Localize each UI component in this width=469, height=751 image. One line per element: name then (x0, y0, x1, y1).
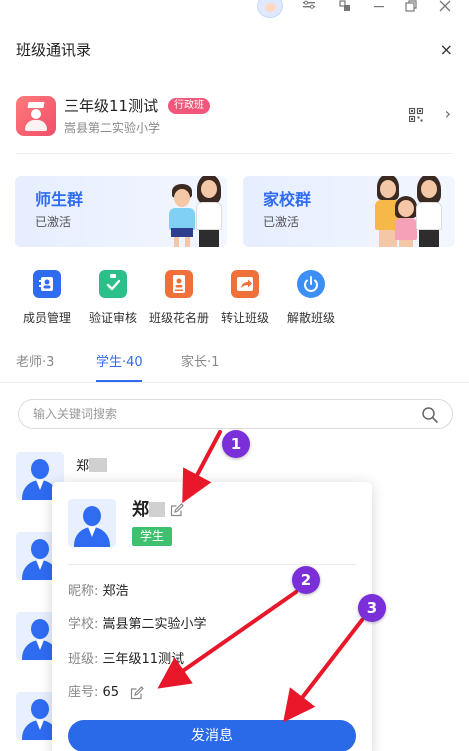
minimize-icon[interactable] (370, 0, 388, 14)
student-info-popup: 郑 学生 昵称: 郑浩 学校: 嵩县第二实验小学 班级: 三年级11测试 座号:… (52, 482, 372, 751)
transfer-class-action[interactable]: 转让班级 (212, 270, 278, 330)
search-input[interactable] (33, 405, 403, 423)
class-value: 三年级11测试 (102, 652, 185, 667)
student-name: 郑 (132, 499, 165, 521)
clipboard-check-icon (99, 270, 127, 298)
action-label: 成员管理 (22, 311, 71, 325)
class-school: 嵩县第二实验小学 (64, 121, 161, 135)
edit-icon[interactable] (170, 503, 184, 517)
class-roster-action[interactable]: 班级花名册 (146, 270, 212, 330)
roster-icon (165, 270, 193, 298)
power-icon (297, 270, 325, 298)
school-value: 嵩县第二实验小学 (102, 617, 207, 632)
member-tabs: 老师·3 学生·40 家长·1 (16, 352, 453, 382)
search-box (18, 399, 453, 429)
window-title-bar (0, 0, 469, 18)
redacted-text (149, 502, 165, 517)
panel-header: 班级通讯录 × (16, 30, 453, 70)
seat-value: 65 (102, 685, 120, 700)
send-message-button[interactable]: 发消息 (68, 720, 356, 751)
redacted-text (89, 458, 108, 472)
page-title: 班级通讯录 (16, 41, 92, 59)
action-label: 解散班级 (286, 311, 335, 325)
nickname-value: 郑浩 (102, 584, 129, 599)
tab-students[interactable]: 学生·40 (96, 352, 143, 374)
verify-review-action[interactable]: 验证审核 (80, 270, 146, 330)
teacher-student-group-card[interactable]: 师生群 已激活 (15, 176, 227, 247)
close-window-icon[interactable] (436, 0, 454, 14)
group-title: 师生群 (35, 190, 84, 209)
class-actions: 成员管理 验证审核 班级花名册 转让班级 解散班级 (14, 270, 344, 330)
group-title: 家校群 (263, 190, 312, 209)
group-status: 已激活 (263, 215, 300, 229)
group-status: 已激活 (35, 215, 72, 229)
info-label: 班级: (68, 652, 99, 667)
dissolve-class-action[interactable]: 解散班级 (278, 270, 344, 330)
screenshot-icon[interactable] (336, 0, 354, 14)
divider (0, 382, 469, 383)
class-type-badge: 行政班 (168, 98, 210, 114)
annotation-marker-3: 3 (358, 594, 386, 622)
avatar (68, 499, 116, 547)
annotation-marker-2: 2 (292, 566, 320, 594)
class-info-row[interactable]: 三年级11测试 行政班 嵩县第二实验小学 › (16, 94, 453, 138)
edit-seat-icon[interactable] (130, 686, 144, 700)
user-avatar[interactable] (257, 0, 283, 18)
action-label: 转让班级 (220, 311, 269, 325)
info-label: 座号: (68, 685, 99, 700)
restore-icon[interactable] (402, 0, 420, 14)
class-name: 三年级11测试 (64, 97, 159, 115)
info-label: 学校: (68, 617, 99, 632)
search-icon[interactable] (421, 406, 439, 424)
qr-code-icon[interactable] (409, 108, 423, 122)
seat-row: 座号: 65 (68, 685, 119, 701)
member-name[interactable]: 郑 (76, 458, 108, 475)
members-icon (33, 270, 61, 298)
class-logo-icon (16, 96, 56, 136)
role-badge: 学生 (132, 527, 173, 546)
settings-icon[interactable] (300, 0, 318, 14)
divider (16, 153, 453, 154)
class-row: 班级: 三年级11测试 (68, 652, 184, 668)
nickname-row: 昵称: 郑浩 (68, 584, 129, 600)
annotation-marker-1: 1 (222, 430, 250, 458)
tab-parents[interactable]: 家长·1 (181, 352, 219, 374)
chevron-right-icon[interactable]: › (445, 106, 451, 122)
divider (68, 564, 356, 565)
school-row: 学校: 嵩县第二实验小学 (68, 617, 207, 633)
info-label: 昵称: (68, 584, 99, 599)
action-label: 验证审核 (88, 311, 137, 325)
transfer-icon (231, 270, 259, 298)
action-label: 班级花名册 (148, 311, 209, 325)
close-icon[interactable]: × (440, 42, 453, 58)
member-management-action[interactable]: 成员管理 (14, 270, 80, 330)
tab-teachers[interactable]: 老师·3 (16, 352, 54, 374)
home-school-group-card[interactable]: 家校群 已激活 (243, 176, 455, 247)
